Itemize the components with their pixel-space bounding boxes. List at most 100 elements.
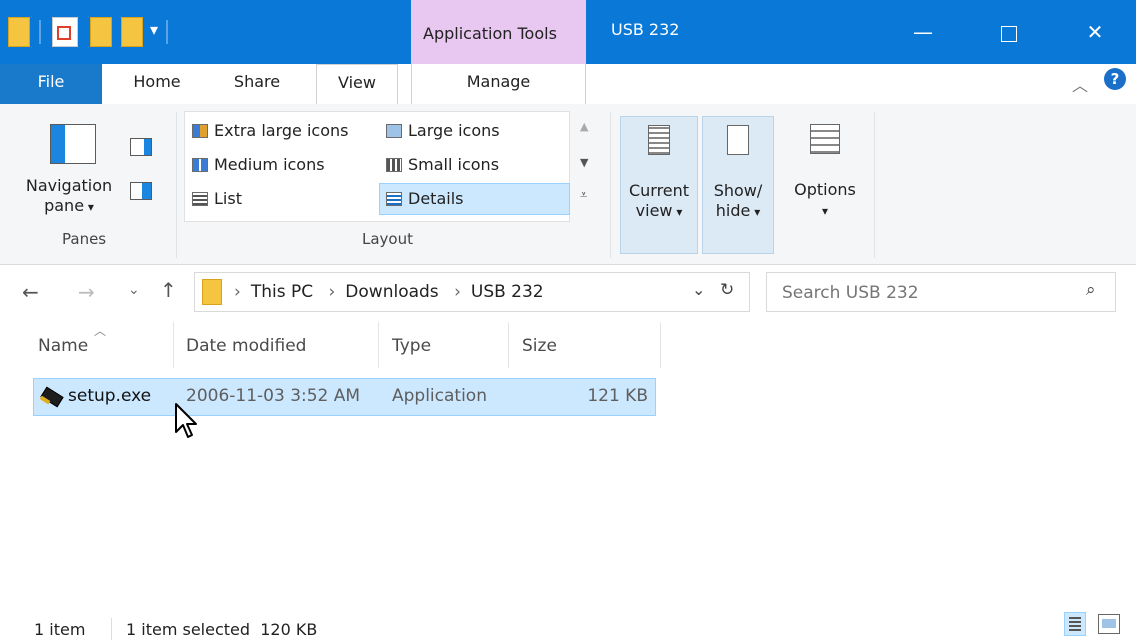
tab-manage[interactable]: Manage: [411, 64, 586, 104]
back-button[interactable]: ←: [22, 280, 39, 304]
navigation-pane-label-2: pane: [44, 196, 85, 215]
search-input[interactable]: [780, 278, 1064, 308]
close-button[interactable]: ✕: [1052, 0, 1136, 64]
divider: [166, 20, 168, 44]
show-hide-label-2: hide: [715, 201, 751, 220]
file-size: 121 KB: [587, 386, 648, 406]
breadcrumb-separator: ›: [328, 282, 336, 302]
up-arrow-icon: ↑: [160, 278, 177, 302]
panes-group-label: Panes: [62, 230, 107, 248]
gallery-up-icon[interactable]: ▲: [580, 120, 588, 133]
window-title: USB 232: [611, 20, 680, 39]
options-button[interactable]: Options ▾: [782, 116, 868, 254]
large-icons-view-button[interactable]: [1098, 614, 1120, 634]
maximize-button[interactable]: [966, 0, 1052, 64]
column-header-date-modified[interactable]: Date modified: [186, 336, 306, 362]
details-view-button[interactable]: [1064, 612, 1086, 636]
show-hide-button[interactable]: Show/hide ▾: [702, 116, 774, 254]
details-label: Details: [408, 189, 464, 208]
context-tab-label: Application Tools: [423, 24, 557, 43]
properties-icon[interactable]: [52, 17, 78, 47]
column-header-size[interactable]: Size: [522, 336, 557, 362]
folder-icon: [8, 17, 30, 47]
divider: [39, 20, 41, 44]
refresh-icon: ↻: [720, 280, 735, 300]
column-divider[interactable]: [173, 322, 174, 368]
large-icons-option[interactable]: Large icons: [386, 118, 500, 144]
status-item-count: 1 item: [34, 620, 86, 639]
forward-button[interactable]: →: [78, 280, 95, 304]
file-type: Application: [392, 386, 487, 406]
file-name[interactable]: setup.exe: [68, 386, 151, 406]
refresh-button[interactable]: ↻: [720, 280, 734, 300]
large-icons-label: Large icons: [408, 121, 500, 140]
tab-file[interactable]: File: [0, 64, 102, 104]
gallery-expand-icon[interactable]: ⩡: [580, 188, 587, 203]
medium-icons-option[interactable]: Medium icons: [192, 152, 325, 178]
tab-share[interactable]: Share: [222, 64, 292, 104]
large-icons-icon: [386, 124, 402, 138]
divider: [874, 112, 875, 258]
show-hide-icon: [727, 125, 749, 155]
tab-view[interactable]: View: [316, 64, 398, 104]
small-icons-icon: [386, 158, 402, 172]
tab-application-tools[interactable]: Application Tools: [411, 0, 586, 64]
divider: [111, 618, 112, 640]
recent-locations-button[interactable]: ⌄: [128, 282, 140, 298]
address-dropdown-button[interactable]: ⌄: [692, 280, 705, 299]
column-header-type[interactable]: Type: [392, 336, 431, 362]
tab-home[interactable]: Home: [122, 64, 192, 104]
column-divider[interactable]: [378, 322, 379, 368]
folder-icon: [202, 279, 222, 305]
minimize-icon: —: [913, 20, 933, 44]
file-date: 2006-11-03 3:52 AM: [186, 386, 361, 406]
forward-arrow-icon: →: [78, 280, 95, 304]
column-header-name[interactable]: Name: [38, 336, 88, 362]
layout-group-label: Layout: [362, 230, 413, 248]
details-option[interactable]: Details: [386, 186, 463, 212]
application-icon: [38, 386, 64, 408]
small-icons-label: Small icons: [408, 155, 500, 174]
current-view-label-2: view: [635, 201, 673, 220]
breadcrumb-usb-232[interactable]: USB 232: [471, 282, 544, 302]
small-icons-option[interactable]: Small icons: [386, 152, 499, 178]
medium-icons-label: Medium icons: [214, 155, 325, 174]
search-icon[interactable]: ⌕: [1086, 280, 1096, 300]
chevron-down-icon: ⌄: [692, 280, 706, 299]
list-option[interactable]: List: [192, 186, 242, 212]
sort-ascending-icon: ︿: [94, 324, 107, 338]
preview-pane-icon[interactable]: [130, 138, 152, 156]
up-button[interactable]: ↑: [160, 278, 177, 302]
large-icons-view-icon: [1102, 619, 1116, 628]
current-view-button[interactable]: Current view ▾: [620, 116, 698, 254]
list-label: List: [214, 189, 242, 208]
details-icon: [386, 192, 402, 206]
divider: [610, 112, 611, 258]
help-icon[interactable]: ?: [1104, 68, 1126, 90]
options-icon: [810, 124, 840, 154]
navigation-pane-button[interactable]: Navigation pane ▾: [20, 116, 120, 234]
column-divider[interactable]: [660, 322, 661, 368]
minimize-button[interactable]: —: [880, 0, 966, 64]
maximize-icon: [1001, 25, 1017, 42]
breadcrumb: › This PC › Downloads › USB 232: [234, 282, 544, 302]
extra-large-icons-label: Extra large icons: [214, 121, 349, 140]
details-pane-icon[interactable]: [130, 182, 152, 200]
chevron-down-icon: ⌄: [128, 282, 140, 298]
breadcrumb-separator: ›: [454, 282, 461, 302]
show-hide-label: Show/: [713, 181, 763, 200]
extra-large-icons-option[interactable]: Extra large icons: [192, 118, 348, 144]
navigation-pane-icon: [50, 124, 96, 164]
details-view-icon: [1069, 617, 1081, 631]
medium-icons-icon: [192, 158, 208, 172]
breadcrumb-downloads[interactable]: Downloads: [345, 282, 438, 302]
close-icon: ✕: [1086, 20, 1104, 44]
column-divider[interactable]: [508, 322, 509, 368]
gallery-down-icon[interactable]: ▼: [580, 156, 588, 169]
current-view-label: Current: [628, 181, 690, 200]
breadcrumb-this-pc[interactable]: This PC: [251, 282, 313, 302]
collapse-ribbon-icon[interactable]: ︿: [1072, 72, 1088, 96]
new-folder-icon[interactable]: [90, 17, 112, 47]
customize-quick-access-icon[interactable]: ▾: [150, 20, 158, 39]
navigation-pane-label: Navigation: [25, 176, 113, 195]
